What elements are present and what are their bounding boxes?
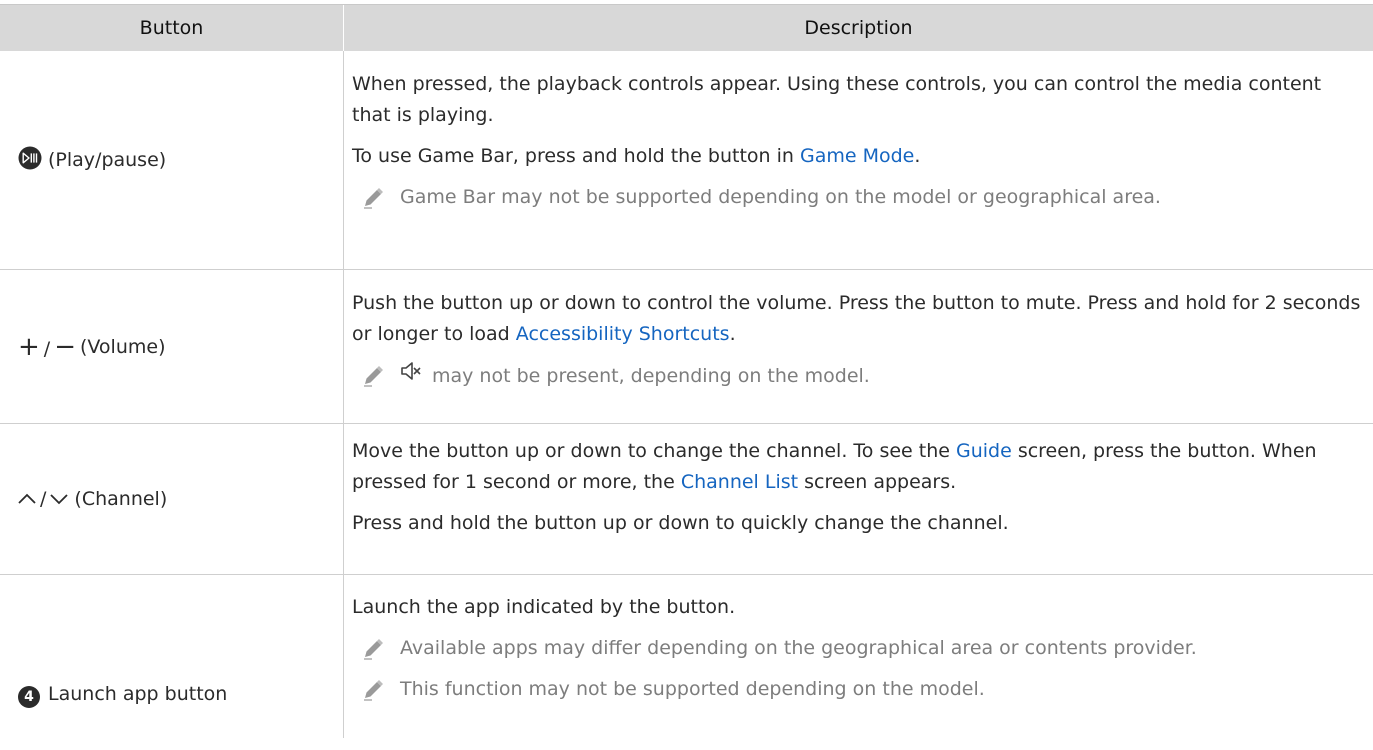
plus-glyph: + [18,331,40,362]
button-label: (Volume) [80,335,166,358]
note-text: may not be present, depending on the mod… [432,364,870,387]
channel-up-down-icon: / [18,488,69,510]
description-paragraph: Push the button up or down to control th… [352,288,1362,350]
pencil-icon [360,185,386,211]
description-volume: Push the button up or down to control th… [352,288,1362,392]
chevron-down-icon [50,494,69,505]
button-label: Launch app button [48,683,228,705]
button-label: (Channel) [74,488,168,510]
note: Game Bar may not be supported depending … [352,182,1362,213]
pencil-icon [360,363,386,389]
play-pause-icon [18,146,42,175]
plus-minus-icon: + / − [18,334,76,360]
text-fragment: Push the button up or down to control th… [352,292,1361,345]
description-paragraph: Press and hold the button up or down to … [352,512,1009,534]
description-paragraph: Move the button up or down to change the… [352,436,1362,498]
text-fragment: . [729,323,736,345]
slash-glyph: / [43,337,51,360]
button-label: (Play/pause) [48,149,167,171]
table-row-play-pause-button: (Play/pause) [0,51,343,269]
pencil-icon [360,677,386,703]
note: Available apps may differ depending on t… [352,633,1362,664]
mute-icon [400,360,422,392]
chevron-up-icon [18,493,36,504]
channel-list-link[interactable]: Channel List [681,471,798,493]
description-paragraph: Launch the app indicated by the button. [352,596,736,618]
note-text: Available apps may differ depending on t… [400,637,1197,659]
minus-glyph: − [54,331,76,362]
text-fragment: . [914,145,921,167]
table-header: Button Description [0,4,1373,52]
note-text: Game Bar may not be supported depending … [400,186,1161,208]
description-paragraph: When pressed, the playback controls appe… [352,73,1322,126]
number-4-glyph: 4 [24,689,34,705]
note: This function may not be supported depen… [352,674,1362,705]
header-button-column: Button [139,17,204,39]
guide-link[interactable]: Guide [956,440,1012,462]
table-row-volume-button: + / − (Volume) [0,270,343,423]
header-description-column: Description [804,17,913,39]
text-fragment: screen appears. [798,471,957,493]
slash-glyph: / [40,488,47,510]
description-channel: Move the button up or down to change the… [352,436,1362,539]
button-description-table: Button Description (Play/pause) When pre… [0,0,1373,738]
text-fragment: Move the button up or down to change the… [352,440,956,462]
number-4-icon: 4 [18,686,40,708]
text-fragment: To use Game Bar, press and hold the butt… [352,145,800,167]
note-text: This function may not be supported depen… [400,678,985,700]
pencil-icon [360,636,386,662]
description-play-pause: When pressed, the playback controls appe… [352,69,1362,213]
note: may not be present, depending on the mod… [352,360,1362,392]
table-row-channel-button: / (Channel) [0,424,343,574]
game-mode-link[interactable]: Game Mode [800,145,914,167]
table-row-launch-app-button: 4 Launch app button [0,575,343,750]
description-launch-app: Launch the app indicated by the button. … [352,592,1362,705]
column-divider [343,51,344,738]
description-paragraph: To use Game Bar, press and hold the butt… [352,141,1362,172]
accessibility-shortcuts-link[interactable]: Accessibility Shortcuts [516,323,730,345]
